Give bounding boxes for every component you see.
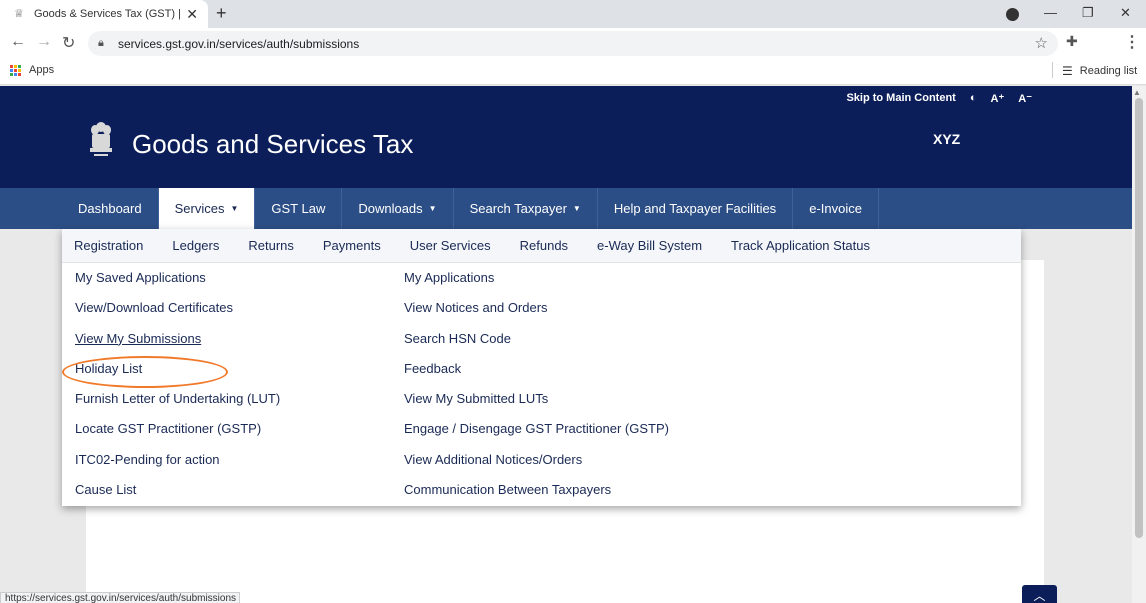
link-feedback[interactable]: Feedback — [404, 354, 669, 384]
address-bar[interactable]: 🔒︎ services.gst.gov.in/services/auth/sub… — [88, 31, 1058, 56]
site-title[interactable]: Goods and Services Tax — [132, 129, 413, 160]
apps-shortcut[interactable]: Apps — [10, 64, 54, 76]
services-right-column: My Applications View Notices and Orders … — [404, 263, 669, 505]
font-decrease-button[interactable]: A⁻ — [1018, 92, 1032, 105]
subtab-track-application[interactable]: Track Application Status — [731, 229, 884, 262]
nav-label: Dashboard — [78, 201, 142, 216]
subtab-refunds[interactable]: Refunds — [520, 229, 582, 262]
back-to-top-button[interactable]: ︿ — [1022, 585, 1057, 603]
highlight-oval — [62, 356, 228, 388]
reading-list-label: Reading list — [1079, 65, 1138, 77]
link-my-applications[interactable]: My Applications — [404, 263, 669, 293]
caret-down-icon: ▼ — [428, 204, 437, 213]
emblem-favicon-icon: ♕ — [14, 8, 24, 20]
contrast-toggle-icon[interactable]: ◐ — [970, 92, 977, 105]
main-nav: Dashboard Services ▼ GST Law Downloads ▼ S… — [0, 188, 1132, 229]
link-view-download-certificates[interactable]: View/Download Certificates — [75, 293, 280, 323]
nav-label: Downloads — [358, 201, 423, 216]
nav-label: Services — [174, 201, 225, 216]
link-communication-between-taxpayers[interactable]: Communication Between Taxpayers — [404, 475, 669, 505]
subtab-registration[interactable]: Registration — [74, 229, 157, 262]
reading-list-button[interactable]: ☰ Reading list — [1052, 62, 1138, 78]
subtab-eway-bill[interactable]: e-Way Bill System — [597, 229, 716, 262]
link-cause-list[interactable]: Cause List — [75, 475, 280, 505]
subtab-returns[interactable]: Returns — [248, 229, 308, 262]
nav-label: Help and Taxpayer Facilities — [613, 201, 777, 216]
browser-toolbar: ← → ↻ 🔒︎ services.gst.gov.in/services/au… — [0, 28, 1146, 58]
scroll-up-arrow-icon[interactable]: ▲ — [1133, 88, 1141, 97]
nav-e-invoice[interactable]: e-Invoice — [793, 188, 879, 229]
nav-services[interactable]: Services ▼ — [158, 188, 256, 229]
site-header: Skip to Main Content ◐ A⁺ A⁻ Goods and S… — [0, 86, 1132, 188]
url-text: services.gst.gov.in/services/auth/submis… — [118, 36, 360, 51]
skip-to-main-link[interactable]: Skip to Main Content — [846, 92, 955, 105]
close-window-icon[interactable]: ✕ — [1120, 5, 1131, 21]
divider — [1052, 62, 1053, 78]
link-view-notices-orders[interactable]: View Notices and Orders — [404, 293, 669, 323]
link-view-my-submissions[interactable]: View My Submissions — [75, 324, 280, 354]
nav-label: Search Taxpayer — [469, 201, 567, 216]
browser-tab-bar: ♕ Goods & Services Tax (GST) | User ✕ + … — [0, 0, 1146, 28]
services-subtabs: Registration Ledgers Returns Payments Us… — [62, 229, 1021, 263]
reload-icon[interactable]: ↻ — [62, 33, 75, 53]
bookmark-star-icon[interactable]: ☆ — [1035, 34, 1048, 52]
nav-search-taxpayer[interactable]: Search Taxpayer ▼ — [454, 188, 598, 229]
link-view-additional-notices[interactable]: View Additional Notices/Orders — [404, 445, 669, 475]
restore-icon[interactable]: ❐ — [1082, 5, 1094, 21]
tab-title: Goods & Services Tax (GST) | User — [34, 8, 182, 20]
link-locate-gstp[interactable]: Locate GST Practitioner (GSTP) — [75, 414, 280, 444]
forward-arrow-icon[interactable]: → — [36, 33, 52, 51]
nav-gst-law[interactable]: GST Law — [255, 188, 343, 229]
link-view-submitted-luts[interactable]: View My Submitted LUTs — [404, 384, 669, 414]
nav-label: GST Law — [271, 201, 326, 216]
page-scrollbar[interactable] — [1132, 86, 1146, 603]
nav-downloads[interactable]: Downloads ▼ — [342, 188, 454, 229]
new-tab-button[interactable]: + — [216, 3, 227, 24]
minimize-icon[interactable]: — — [1044, 5, 1057, 20]
chevron-up-icon: ︿ — [1033, 589, 1046, 603]
caret-down-icon: ▼ — [230, 204, 239, 213]
national-emblem-icon — [90, 122, 112, 156]
profile-icon[interactable] — [1006, 8, 1019, 21]
nav-label: e-Invoice — [809, 201, 862, 216]
browser-tab[interactable]: ♕ Goods & Services Tax (GST) | User ✕ — [0, 0, 208, 28]
extensions-puzzle-icon[interactable]: ✚ — [1066, 33, 1078, 50]
nav-help-facilities[interactable]: Help and Taxpayer Facilities — [598, 188, 794, 229]
subtab-user-services[interactable]: User Services — [410, 229, 505, 262]
close-tab-icon[interactable]: ✕ — [186, 6, 198, 23]
apps-grid-icon — [10, 64, 21, 76]
menu-kebab-icon[interactable]: ⋮ — [1124, 32, 1140, 52]
user-name[interactable]: XYZ — [933, 131, 960, 147]
subtab-ledgers[interactable]: Ledgers — [172, 229, 233, 262]
link-engage-disengage-gstp[interactable]: Engage / Disengage GST Practitioner (GST… — [404, 414, 669, 444]
bookmarks-bar: Apps ☰ Reading list — [0, 58, 1146, 85]
services-left-column: My Saved Applications View/Download Cert… — [62, 263, 280, 505]
reading-list-icon: ☰ — [1062, 64, 1073, 78]
apps-label: Apps — [29, 64, 55, 76]
utility-bar: Skip to Main Content ◐ A⁺ A⁻ — [846, 92, 1032, 105]
scrollbar-thumb[interactable] — [1135, 98, 1143, 538]
back-arrow-icon[interactable]: ← — [10, 33, 26, 51]
font-increase-button[interactable]: A⁺ — [991, 92, 1005, 105]
lock-icon: 🔒︎ — [98, 37, 104, 49]
subtab-payments[interactable]: Payments — [323, 229, 395, 262]
link-furnish-lut[interactable]: Furnish Letter of Undertaking (LUT) — [75, 384, 280, 414]
nav-dashboard[interactable]: Dashboard — [62, 188, 159, 229]
caret-down-icon: ▼ — [572, 204, 581, 213]
status-bar-url: https://services.gst.gov.in/services/aut… — [0, 592, 240, 603]
services-dropdown-menu: Registration Ledgers Returns Payments Us… — [62, 229, 1021, 506]
link-itc02-pending[interactable]: ITC02-Pending for action — [75, 445, 280, 475]
link-my-saved-applications[interactable]: My Saved Applications — [75, 263, 280, 293]
link-search-hsn-code[interactable]: Search HSN Code — [404, 324, 669, 354]
